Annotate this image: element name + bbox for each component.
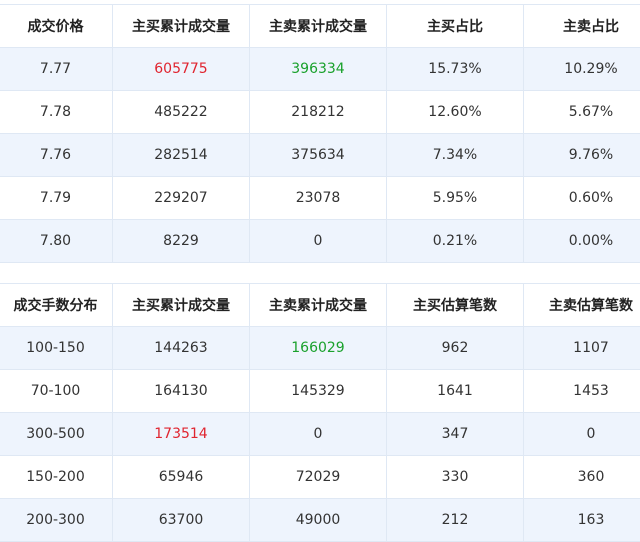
table-row: 200-300 63700 49000 212 163 — [0, 499, 640, 542]
lot-size-cell: 70-100 — [0, 370, 113, 413]
sell-volume-cell: 0 — [250, 413, 387, 456]
sell-ratio-cell: 10.29% — [524, 48, 640, 91]
price-cell: 7.79 — [0, 177, 113, 220]
price-cell: 7.80 — [0, 220, 113, 263]
table-row: 300-500 173514 0 347 0 — [0, 413, 640, 456]
price-cell: 7.76 — [0, 134, 113, 177]
sell-volume-cell: 218212 — [250, 91, 387, 134]
buy-count-cell: 347 — [387, 413, 524, 456]
table-row: 7.78 485222 218212 12.60% 5.67% — [0, 91, 640, 134]
sell-volume-cell: 375634 — [250, 134, 387, 177]
buy-volume-cell: 63700 — [113, 499, 250, 542]
sell-ratio-cell: 0.00% — [524, 220, 640, 263]
buy-volume-cell: 144263 — [113, 327, 250, 370]
table-row: 7.80 8229 0 0.21% 0.00% — [0, 220, 640, 263]
buy-volume-cell: 282514 — [113, 134, 250, 177]
header-lot-size: 成交手数分布 — [0, 284, 113, 327]
buy-ratio-cell: 15.73% — [387, 48, 524, 91]
buy-volume-cell: 229207 — [113, 177, 250, 220]
table-row: 70-100 164130 145329 1641 1453 — [0, 370, 640, 413]
buy-count-cell: 330 — [387, 456, 524, 499]
buy-volume-cell: 164130 — [113, 370, 250, 413]
buy-ratio-cell: 0.21% — [387, 220, 524, 263]
header-sell-count: 主卖估算笔数 — [524, 284, 640, 327]
header-sell-volume: 主卖累计成交量 — [250, 284, 387, 327]
sell-volume-cell: 49000 — [250, 499, 387, 542]
sell-volume-cell: 166029 — [250, 327, 387, 370]
buy-ratio-cell: 7.34% — [387, 134, 524, 177]
sell-volume-cell: 0 — [250, 220, 387, 263]
sell-volume-cell: 396334 — [250, 48, 387, 91]
header-sell-ratio: 主卖占比 — [524, 5, 640, 48]
lot-size-distribution-table: 成交手数分布 主买累计成交量 主卖累计成交量 主买估算笔数 主卖估算笔数 100… — [0, 283, 640, 542]
sell-volume-cell: 23078 — [250, 177, 387, 220]
header-buy-volume: 主买累计成交量 — [113, 284, 250, 327]
lot-size-cell: 300-500 — [0, 413, 113, 456]
buy-count-cell: 212 — [387, 499, 524, 542]
sell-count-cell: 163 — [524, 499, 640, 542]
buy-count-cell: 1641 — [387, 370, 524, 413]
buy-ratio-cell: 5.95% — [387, 177, 524, 220]
sell-ratio-cell: 5.67% — [524, 91, 640, 134]
sell-ratio-cell: 0.60% — [524, 177, 640, 220]
table-row: 7.76 282514 375634 7.34% 9.76% — [0, 134, 640, 177]
lot-size-cell: 200-300 — [0, 499, 113, 542]
table-header-row: 成交价格 主买累计成交量 主卖累计成交量 主买占比 主卖占比 — [0, 5, 640, 48]
buy-ratio-cell: 12.60% — [387, 91, 524, 134]
table-row: 150-200 65946 72029 330 360 — [0, 456, 640, 499]
header-buy-ratio: 主买占比 — [387, 5, 524, 48]
buy-volume-cell: 605775 — [113, 48, 250, 91]
buy-volume-cell: 65946 — [113, 456, 250, 499]
sell-volume-cell: 72029 — [250, 456, 387, 499]
table-row: 7.77 605775 396334 15.73% 10.29% — [0, 48, 640, 91]
lot-size-cell: 100-150 — [0, 327, 113, 370]
sell-count-cell: 360 — [524, 456, 640, 499]
header-sell-volume: 主卖累计成交量 — [250, 5, 387, 48]
sell-volume-cell: 145329 — [250, 370, 387, 413]
buy-volume-cell: 173514 — [113, 413, 250, 456]
sell-count-cell: 1453 — [524, 370, 640, 413]
buy-volume-cell: 8229 — [113, 220, 250, 263]
buy-count-cell: 962 — [387, 327, 524, 370]
header-price: 成交价格 — [0, 5, 113, 48]
lot-size-cell: 150-200 — [0, 456, 113, 499]
table-header-row: 成交手数分布 主买累计成交量 主卖累计成交量 主买估算笔数 主卖估算笔数 — [0, 284, 640, 327]
sell-count-cell: 0 — [524, 413, 640, 456]
price-cell: 7.78 — [0, 91, 113, 134]
table-row: 7.79 229207 23078 5.95% 0.60% — [0, 177, 640, 220]
header-buy-volume: 主买累计成交量 — [113, 5, 250, 48]
buy-volume-cell: 485222 — [113, 91, 250, 134]
price-cell: 7.77 — [0, 48, 113, 91]
price-distribution-table: 成交价格 主买累计成交量 主卖累计成交量 主买占比 主卖占比 7.77 6057… — [0, 4, 640, 263]
header-buy-count: 主买估算笔数 — [387, 284, 524, 327]
table-row: 100-150 144263 166029 962 1107 — [0, 327, 640, 370]
sell-count-cell: 1107 — [524, 327, 640, 370]
sell-ratio-cell: 9.76% — [524, 134, 640, 177]
